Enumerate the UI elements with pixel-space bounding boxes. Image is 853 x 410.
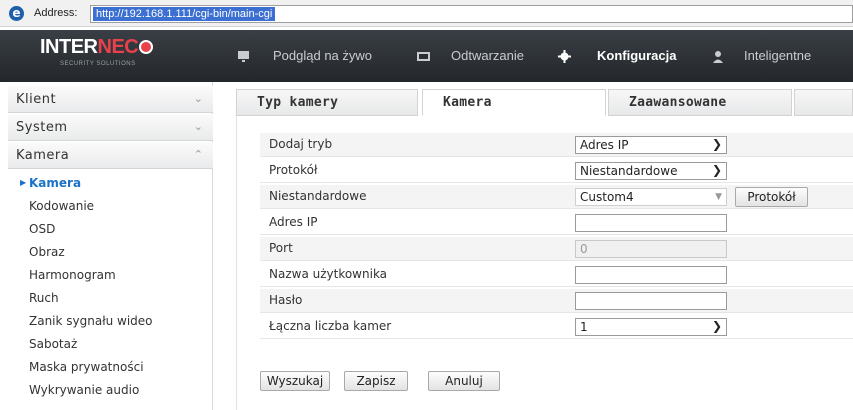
- brand-name-white: INTER: [40, 36, 98, 58]
- active-item-arrow-icon: ▶: [20, 178, 27, 187]
- field-label: Adres IP: [269, 215, 318, 229]
- ip-address-input[interactable]: [575, 214, 727, 232]
- nav-live-view[interactable]: Podgląd na żywo: [273, 48, 372, 68]
- nav-intelligent[interactable]: Inteligentne: [744, 48, 811, 68]
- camera-settings-panel: Dodaj tryb Adres IP ❯ Protokół Niestanda…: [236, 116, 853, 410]
- sidebar-item-harmonogram[interactable]: Harmonogram: [29, 268, 116, 282]
- tab-kamera[interactable]: Kamera: [422, 89, 606, 116]
- chevron-down-icon: ⌄: [193, 120, 203, 133]
- field-label: Protokół: [269, 163, 318, 177]
- sidebar-section-system[interactable]: System ⌄: [8, 114, 213, 141]
- browser-logo-icon: e: [9, 6, 24, 21]
- sidebar-item-obraz[interactable]: Obraz: [29, 245, 65, 259]
- custom-protocol-combo[interactable]: Custom4 ▼: [575, 188, 727, 206]
- select-value: 1: [580, 320, 588, 334]
- add-mode-select[interactable]: Adres IP ❯: [575, 136, 727, 154]
- sidebar-section-label: Klient: [16, 92, 57, 107]
- tab-zaawansowane[interactable]: Zaawansowane: [608, 89, 792, 116]
- form-row-dodaj-tryb: Dodaj tryb Adres IP ❯: [260, 133, 853, 157]
- chevron-up-icon: ⌃: [193, 148, 203, 161]
- field-label: Port: [269, 241, 293, 255]
- monitor-icon: [238, 51, 249, 62]
- address-label: Address:: [34, 7, 78, 19]
- form-row-port: Port 0: [260, 237, 853, 261]
- sidebar-item-ruch[interactable]: Ruch: [29, 291, 59, 305]
- sidebar-section-label: System: [16, 120, 68, 135]
- brand-logo: INTERNEC SECURITY SOLUTIONS: [18, 36, 208, 78]
- sidebar: Klient ⌄ System ⌄ Kamera ⌃ ▶ Kamera Kodo…: [0, 82, 213, 410]
- sidebar-section-klient[interactable]: Klient ⌄: [8, 86, 213, 113]
- tab-bar: Typ kamery Kamera Zaawansowane: [236, 89, 853, 116]
- username-input[interactable]: [575, 266, 727, 284]
- field-label: Nazwa użytkownika: [269, 267, 388, 281]
- tab-typ-kamery[interactable]: Typ kamery: [236, 89, 418, 116]
- search-button[interactable]: Wyszukaj: [260, 371, 330, 391]
- form-row-laczna-liczba-kamer: Łączna liczba kamer 1 ❯: [260, 315, 853, 339]
- playback-icon: [417, 52, 430, 61]
- tab-label: Typ kamery: [257, 95, 339, 110]
- browser-address-bar: e Address: http://192.168.1.111/cgi-bin/…: [0, 0, 853, 27]
- gear-icon: [558, 50, 571, 63]
- sidebar-section-label: Kamera: [16, 148, 70, 163]
- save-button[interactable]: Zapisz: [344, 371, 408, 391]
- sidebar-item-kamera[interactable]: Kamera: [29, 176, 81, 190]
- protocol-button[interactable]: Protokół: [735, 187, 808, 207]
- form-row-haslo: Hasło: [260, 289, 853, 313]
- tab-label: Zaawansowane: [629, 95, 727, 110]
- field-label: Niestandardowe: [269, 189, 367, 203]
- brand-dot-icon: [139, 40, 154, 54]
- camera-form: Dodaj tryb Adres IP ❯ Protokół Niestanda…: [260, 133, 853, 358]
- camera-count-select[interactable]: 1 ❯: [575, 318, 727, 336]
- field-label: Łączna liczba kamer: [269, 319, 392, 333]
- sidebar-item-kodowanie[interactable]: Kodowanie: [29, 199, 94, 213]
- person-icon: [713, 51, 723, 63]
- password-input[interactable]: [575, 292, 727, 310]
- combo-value: Custom4: [580, 190, 634, 204]
- cancel-button[interactable]: Anuluj: [428, 371, 500, 391]
- tab-overflow: [794, 89, 853, 116]
- form-row-niestandardowe: Niestandardowe Custom4 ▼ Protokół: [260, 185, 853, 209]
- select-value: Adres IP: [580, 138, 629, 152]
- sidebar-item-wykrywanie-audio[interactable]: Wykrywanie audio: [29, 383, 139, 397]
- sidebar-item-zanik-sygnalu[interactable]: Zanik sygnału wideo: [29, 314, 153, 328]
- select-value: Niestandardowe: [580, 164, 678, 178]
- brand-name-red: NEC: [97, 36, 139, 58]
- address-url[interactable]: http://192.168.1.111/cgi-bin/main-cgi: [93, 7, 276, 21]
- triangle-down-icon: ▼: [715, 192, 722, 202]
- protocol-select[interactable]: Niestandardowe ❯: [575, 162, 727, 180]
- brand-tagline: SECURITY SOLUTIONS: [60, 61, 136, 67]
- chevron-down-icon: ❯: [711, 163, 722, 177]
- sidebar-item-osd[interactable]: OSD: [29, 222, 55, 236]
- chevron-down-icon: ❯: [711, 137, 722, 151]
- chevron-down-icon: ❯: [711, 319, 722, 333]
- form-row-adres-ip: Adres IP: [260, 211, 853, 235]
- chevron-down-icon: ⌄: [193, 92, 203, 105]
- sidebar-item-maska-prywatnosci[interactable]: Maska prywatności: [29, 360, 144, 374]
- sidebar-item-sabotaz[interactable]: Sabotaż: [29, 337, 77, 351]
- port-input: 0: [575, 240, 727, 258]
- address-input[interactable]: http://192.168.1.111/cgi-bin/main-cgi: [90, 5, 853, 23]
- sidebar-section-kamera[interactable]: Kamera ⌃: [8, 142, 213, 169]
- nav-playback[interactable]: Odtwarzanie: [451, 48, 524, 68]
- tab-label: Kamera: [443, 95, 492, 110]
- field-label: Dodaj tryb: [269, 137, 333, 151]
- form-row-nazwa-uzytkownika: Nazwa użytkownika: [260, 263, 853, 287]
- field-label: Hasło: [269, 293, 303, 307]
- form-row-protokol: Protokół Niestandardowe ❯: [260, 159, 853, 183]
- nav-configuration[interactable]: Konfiguracja: [597, 48, 676, 68]
